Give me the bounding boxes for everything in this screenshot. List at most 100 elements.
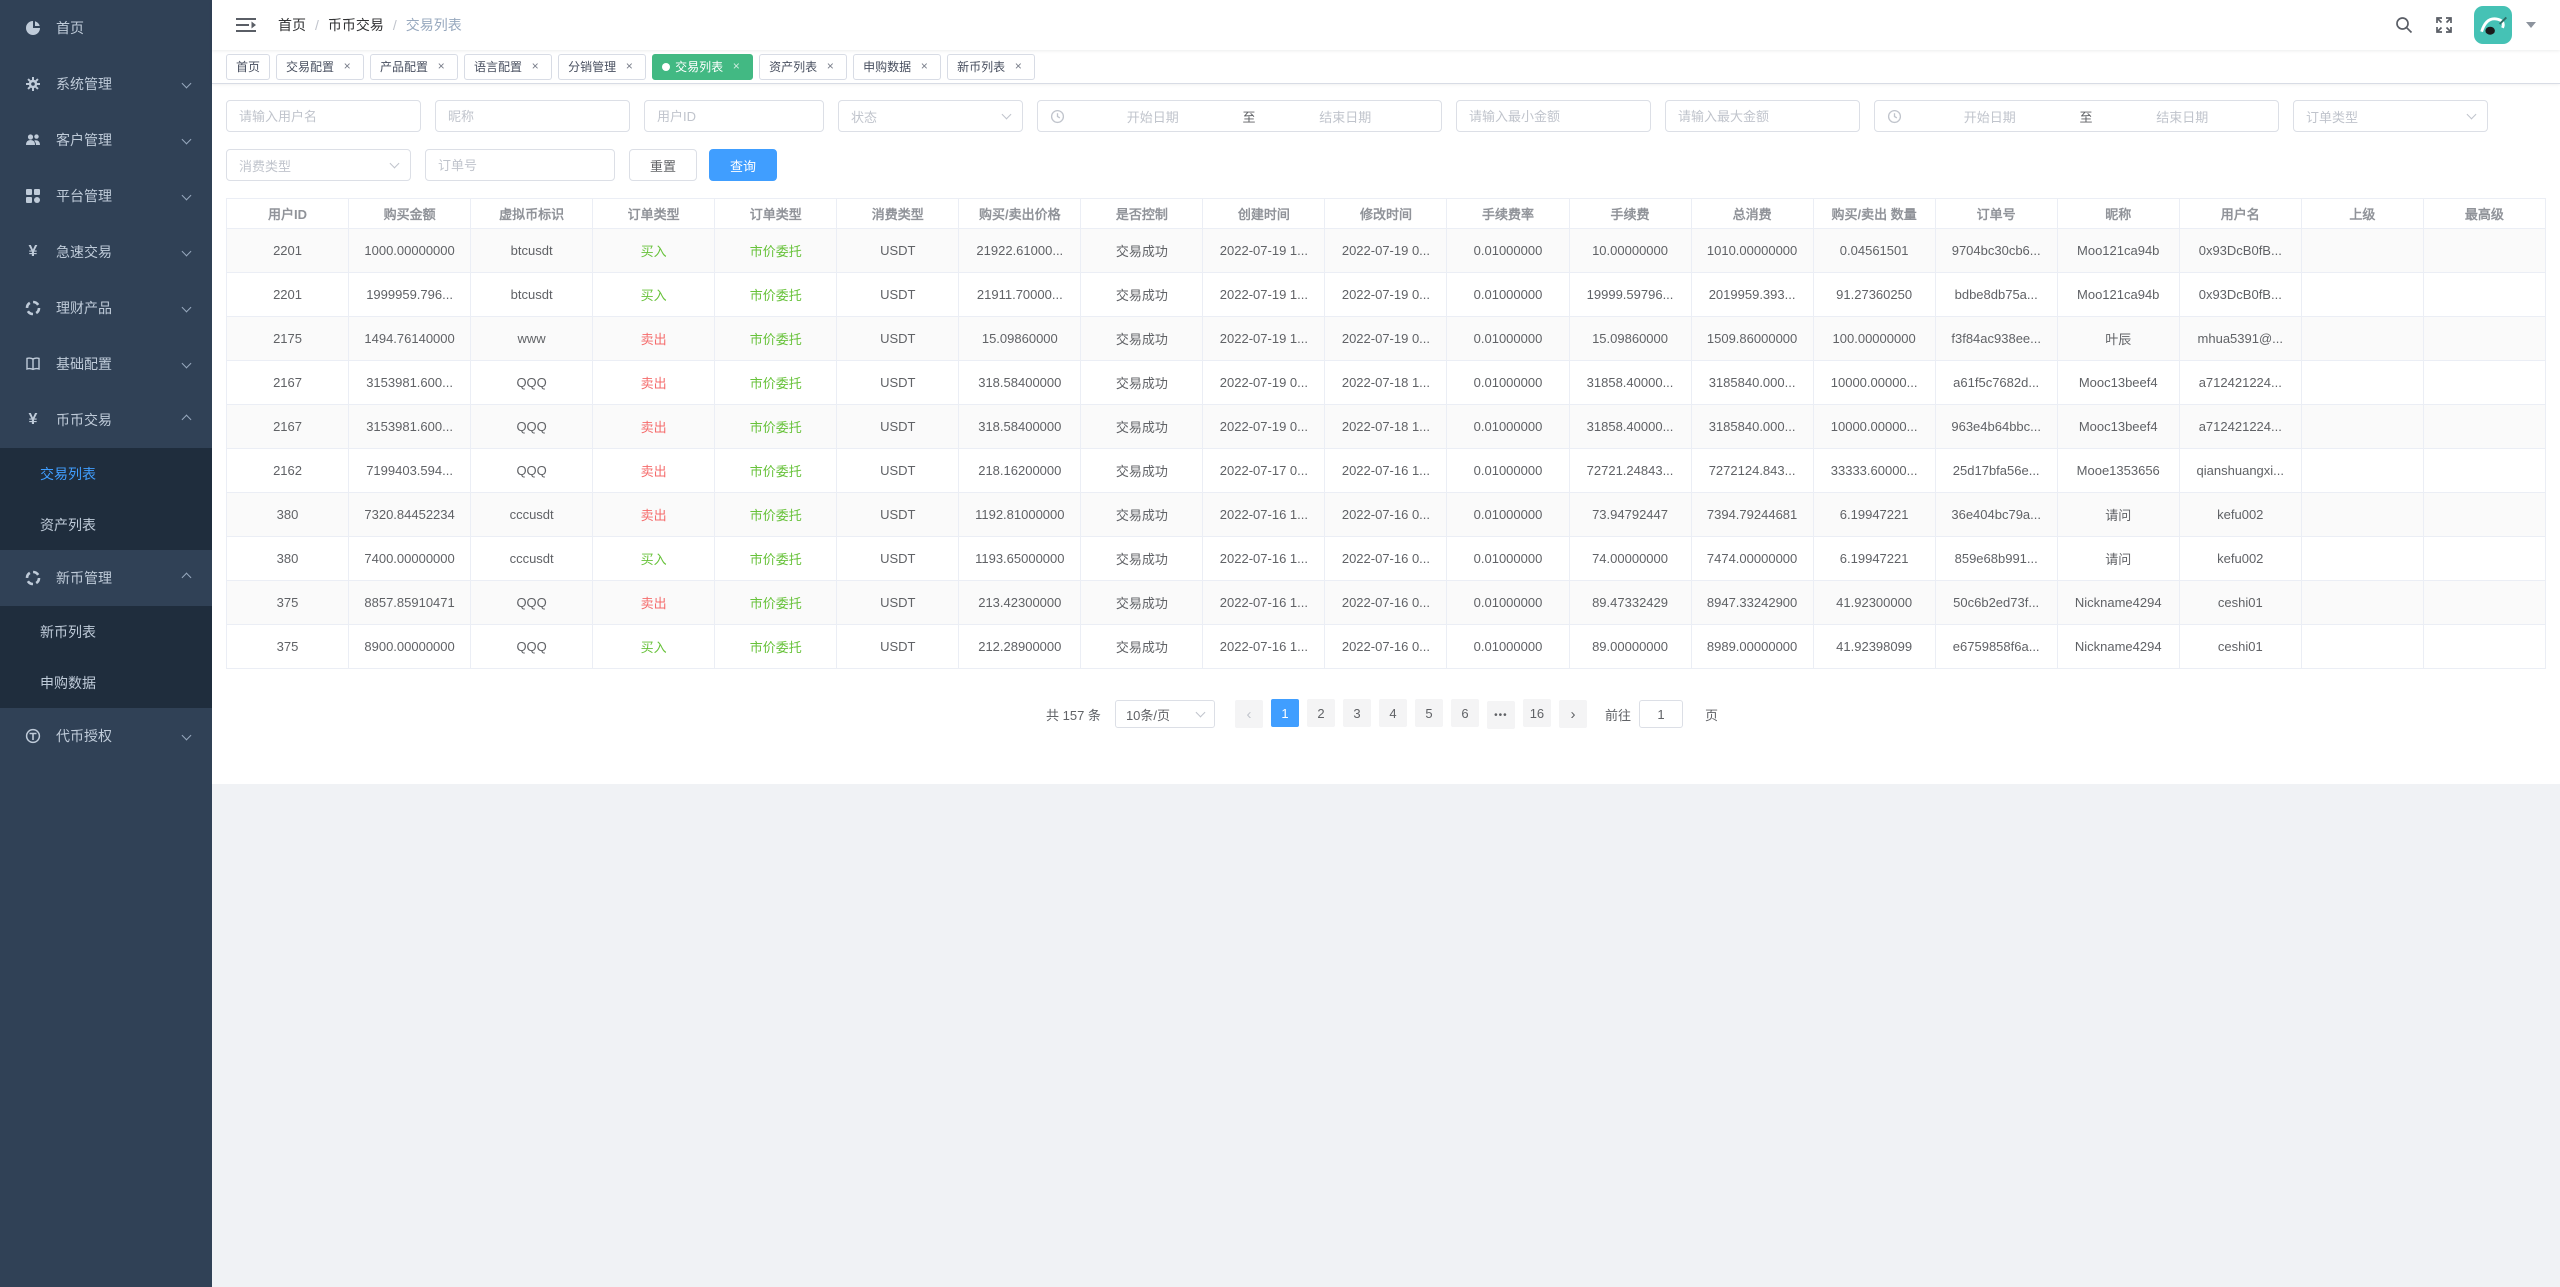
sidebar-subitem-label: 新币列表 [40,622,96,642]
tab[interactable]: 申购数据 [853,54,941,80]
cell-create-time: 2022-07-19 1... [1203,273,1325,317]
close-icon[interactable] [823,60,837,74]
table-row[interactable]: 375 8900.00000000 QQQ 买入 市价委托 USDT 212.2… [227,625,2546,669]
cell-fee-rate: 0.01000000 [1447,449,1569,493]
page-button[interactable]: 6 [1451,699,1479,727]
goto-page-input[interactable]: 1 [1639,700,1683,728]
status-select[interactable]: 状态 [838,100,1023,132]
sidebar-item-basic-config[interactable]: 基础配置 [0,336,212,392]
cell-order-no: 963e4b64bbc... [1935,405,2057,449]
page-button[interactable]: 16 [1523,699,1551,727]
sidebar-item-coin-trade[interactable]: ¥ 币币交易 [0,392,212,448]
prev-page-button[interactable]: ‹ [1235,700,1263,728]
tab[interactable]: 产品配置 [370,54,458,80]
chevron-down-icon [182,303,192,313]
close-icon[interactable] [729,60,743,74]
close-icon[interactable] [434,60,448,74]
sidebar-item-home[interactable]: 首页 [0,0,212,56]
close-icon[interactable] [1011,60,1025,74]
table-row[interactable]: 2201 1999959.796... btcusdt 买入 市价委托 USDT… [227,273,2546,317]
breadcrumb-home[interactable]: 首页 [278,15,306,35]
cell-create-time: 2022-07-16 1... [1203,581,1325,625]
page-button[interactable]: 2 [1307,699,1335,727]
cell-quantity: 6.19947221 [1813,537,1935,581]
order-type-select[interactable]: 订单类型 [2293,100,2488,132]
cell-control-status: 交易成功 [1081,229,1203,273]
tab[interactable]: 交易列表 [652,54,753,80]
fullscreen-icon[interactable] [2434,15,2454,35]
tab[interactable]: 首页 [226,54,270,80]
cell-top-level [2423,273,2545,317]
close-icon[interactable] [917,60,931,74]
tab[interactable]: 分销管理 [558,54,646,80]
column-header: 手续费 [1569,199,1691,229]
cell-top-level [2423,229,2545,273]
sidebar-item-platform[interactable]: 平台管理 [0,168,212,224]
username-input[interactable] [226,100,421,132]
tab[interactable]: 新币列表 [947,54,1035,80]
cell-nickname: Moo121ca94b [2057,229,2179,273]
filter-row-2: 消费类型 重置 查询 [226,149,2546,181]
cell-nickname: 叶辰 [2057,317,2179,361]
close-icon[interactable] [528,60,542,74]
page-buttons: 123456 ••• 16 [1267,699,1555,729]
cell-username: ceshi01 [2179,625,2301,669]
sidebar-toggle-icon[interactable] [236,17,256,33]
tab[interactable]: 资产列表 [759,54,847,80]
cell-create-time: 2022-07-16 1... [1203,493,1325,537]
table-row[interactable]: 2167 3153981.600... QQQ 卖出 市价委托 USDT 318… [227,361,2546,405]
avatar[interactable] [2474,6,2512,44]
modify-date-range-picker[interactable]: 开始日期 至 结束日期 [1874,100,2279,132]
cell-create-time: 2022-07-19 0... [1203,405,1325,449]
table-row[interactable]: 375 8857.85910471 QQQ 卖出 市价委托 USDT 213.4… [227,581,2546,625]
table-row[interactable]: 380 7400.00000000 cccusdt 买入 市价委托 USDT 1… [227,537,2546,581]
search-icon[interactable] [2394,15,2414,35]
column-header: 手续费率 [1447,199,1569,229]
table-row[interactable]: 380 7320.84452234 cccusdt 卖出 市价委托 USDT 1… [227,493,2546,537]
chevron-up-icon [182,573,192,583]
page-button[interactable]: ••• [1487,701,1515,729]
page-button[interactable]: 5 [1415,699,1443,727]
close-icon[interactable] [340,60,354,74]
cell-username: 0x93DcB0fB... [2179,229,2301,273]
table-row[interactable]: 2175 1494.76140000 www 卖出 市价委托 USDT 15.0… [227,317,2546,361]
cell-consume-type: USDT [837,493,959,537]
table-row[interactable]: 2167 3153981.600... QQQ 卖出 市价委托 USDT 318… [227,405,2546,449]
page-button[interactable]: 4 [1379,699,1407,727]
cell-consume-type: USDT [837,273,959,317]
consume-type-select[interactable]: 消费类型 [226,149,411,181]
sidebar-item-customers[interactable]: 客户管理 [0,112,212,168]
sidebar-item-fast-trade[interactable]: ¥ 急速交易 [0,224,212,280]
chevron-down-icon [182,247,192,257]
user-id-input[interactable] [644,100,824,132]
app-root: 首页 系统管理 客户管理 平台管理 ¥ 急速交易 [0,0,2560,1287]
page-button[interactable]: 3 [1343,699,1371,727]
cell-user-id: 2175 [227,317,349,361]
sidebar-item-system[interactable]: 系统管理 [0,56,212,112]
caret-down-icon[interactable] [2526,22,2536,28]
search-button[interactable]: 查询 [709,149,777,181]
nickname-input[interactable] [435,100,630,132]
sidebar-subitem[interactable]: 申购数据 [0,657,212,708]
table-row[interactable]: 2201 1000.00000000 btcusdt 买入 市价委托 USDT … [227,229,2546,273]
tab[interactable]: 交易配置 [276,54,364,80]
next-page-button[interactable]: › [1559,700,1587,728]
table-row[interactable]: 2162 7199403.594... QQQ 卖出 市价委托 USDT 218… [227,449,2546,493]
cell-order-type: 市价委托 [715,449,837,493]
sidebar-subitem[interactable]: 交易列表 [0,448,212,499]
page-button[interactable]: 1 [1271,699,1299,727]
page-size-select[interactable]: 10条/页 [1115,700,1215,728]
sidebar-subitem[interactable]: 新币列表 [0,606,212,657]
breadcrumb-section[interactable]: 币币交易 [328,15,384,35]
sidebar-item-token-auth[interactable]: 代币授权 [0,708,212,764]
order-no-input[interactable] [425,149,615,181]
create-date-range-picker[interactable]: 开始日期 至 结束日期 [1037,100,1442,132]
sidebar-subitem[interactable]: 资产列表 [0,499,212,550]
reset-button[interactable]: 重置 [629,149,697,181]
max-amount-input[interactable] [1665,100,1860,132]
min-amount-input[interactable] [1456,100,1651,132]
tab[interactable]: 语言配置 [464,54,552,80]
sidebar-item-wealth[interactable]: 理财产品 [0,280,212,336]
close-icon[interactable] [622,60,636,74]
sidebar-item-new-coin[interactable]: 新币管理 [0,550,212,606]
